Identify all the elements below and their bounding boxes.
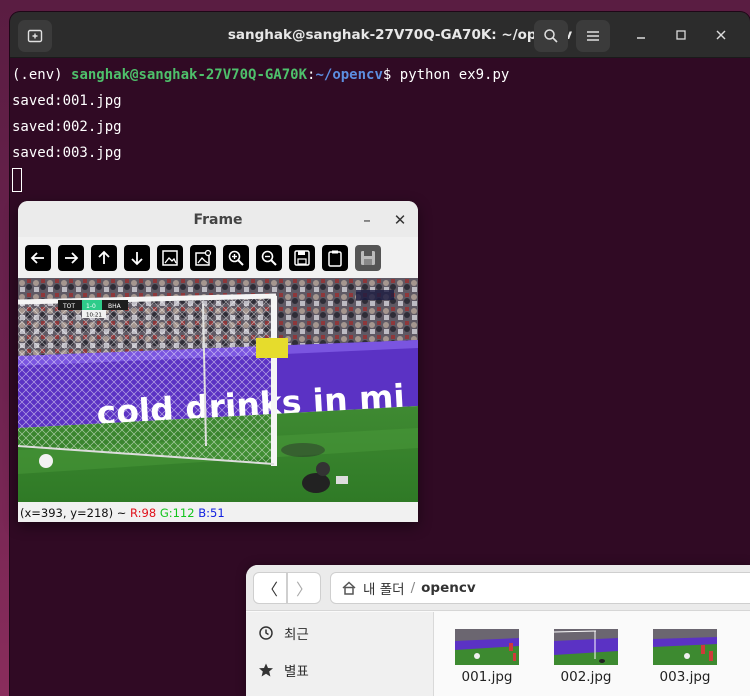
path-bar[interactable]: 내 폴더 / opencv	[330, 572, 750, 604]
save-icon[interactable]	[289, 245, 315, 271]
star-icon	[259, 663, 273, 677]
file-name: 002.jpg	[560, 669, 612, 685]
output-line: saved:002.jpg	[12, 119, 122, 135]
file-item[interactable]: 001.jpg	[447, 629, 527, 685]
thumbnail-image	[653, 629, 717, 665]
maximize-icon[interactable]	[672, 26, 690, 44]
command-line: (.env) sanghak@sanghak-27V70Q-GA70K:~/op…	[12, 62, 750, 88]
forward-button[interactable]: 〉	[287, 572, 321, 604]
properties-icon[interactable]	[355, 245, 381, 271]
menu-button[interactable]	[576, 20, 610, 52]
file-manager-window[interactable]: 〈 〉 내 폴더 / opencv 최근 별표 001.jpg 002.jpg …	[246, 565, 750, 696]
arrow-down-icon[interactable]	[124, 245, 150, 271]
prompt-env: (.env)	[12, 67, 72, 83]
zoom-out-icon[interactable]	[256, 245, 282, 271]
frame-toolbar	[18, 239, 418, 277]
minimize-icon[interactable]	[632, 26, 650, 44]
terminal-titlebar[interactable]: sanghak@sanghak-27V70Q-GA70K: ~/opencv	[10, 12, 750, 58]
file-manager-sidebar: 최근 별표	[246, 612, 434, 696]
output-line: saved:001.jpg	[12, 93, 122, 109]
command-text: python ex9.py	[391, 67, 510, 83]
file-name: 001.jpg	[461, 669, 513, 685]
sidebar-item-label: 최근	[284, 627, 309, 643]
close-icon[interactable]	[712, 26, 730, 44]
score-home: TOT	[62, 303, 75, 310]
clock-icon	[259, 626, 273, 640]
image-settings-icon[interactable]	[190, 245, 216, 271]
chevron-right-icon: 〉	[295, 580, 312, 599]
match-clock: 10:21	[86, 313, 102, 319]
arrow-right-icon[interactable]	[58, 245, 84, 271]
file-name: 003.jpg	[659, 669, 711, 685]
zoom-in-icon[interactable]	[223, 245, 249, 271]
score-away: BHA	[108, 303, 122, 310]
search-icon	[544, 29, 558, 43]
thumbnail-image	[554, 629, 618, 665]
pixel-blue: B:51	[198, 506, 225, 520]
sidebar-item-recent[interactable]: 최근	[258, 621, 309, 645]
frame-minimize-icon[interactable]: –	[358, 211, 376, 229]
chevron-left-icon: 〈	[261, 580, 278, 599]
file-item[interactable]: 002.jpg	[546, 629, 626, 685]
output-line: saved:003.jpg	[12, 145, 122, 161]
pixel-status-bar: (x=393, y=218) ~ R:98 G:112 B:51	[18, 502, 418, 522]
text-cursor	[12, 168, 22, 192]
frame-window[interactable]: Frame – ✕ in mi TOT 1-0 BHA 10:21 (x=393…	[18, 201, 418, 522]
back-button[interactable]: 〈	[253, 572, 287, 604]
video-frame[interactable]: cold drinks in mi TOT 1-0 BHA	[18, 278, 418, 502]
breadcrumb-home[interactable]: 내 폴더	[363, 578, 405, 598]
frame-close-icon[interactable]: ✕	[391, 211, 409, 229]
breadcrumb-current[interactable]: opencv	[421, 580, 476, 596]
terminal-output[interactable]: (.env) sanghak@sanghak-27V70Q-GA70K:~/op…	[10, 62, 750, 192]
home-icon	[342, 581, 356, 595]
pixel-red: R:98	[130, 506, 157, 520]
image-icon[interactable]	[157, 245, 183, 271]
thumbnail-image	[455, 629, 519, 665]
clipboard-icon[interactable]	[322, 245, 348, 271]
file-item[interactable]: 003.jpg	[645, 629, 725, 685]
breadcrumb-separator: /	[410, 580, 416, 596]
sidebar-item-starred[interactable]: 별표	[258, 658, 309, 682]
prompt-user-host: sanghak@sanghak-27V70Q-GA70K	[71, 67, 308, 83]
prompt-path: ~/opencv	[315, 67, 383, 83]
soccer-frame-image: cold drinks in mi TOT 1-0 BHA	[18, 278, 418, 502]
pixel-coords: (x=393, y=218) ~	[20, 506, 131, 520]
score-value: 1-0	[86, 303, 96, 310]
frame-titlebar[interactable]: Frame – ✕	[18, 201, 418, 237]
hamburger-menu-icon	[587, 31, 599, 41]
file-manager-header: 〈 〉 내 폴더 / opencv	[246, 565, 750, 611]
search-button[interactable]	[534, 20, 568, 52]
arrow-left-icon[interactable]	[25, 245, 51, 271]
arrow-up-icon[interactable]	[91, 245, 117, 271]
sidebar-item-label: 별표	[284, 664, 309, 680]
pixel-green: G:112	[159, 506, 195, 520]
